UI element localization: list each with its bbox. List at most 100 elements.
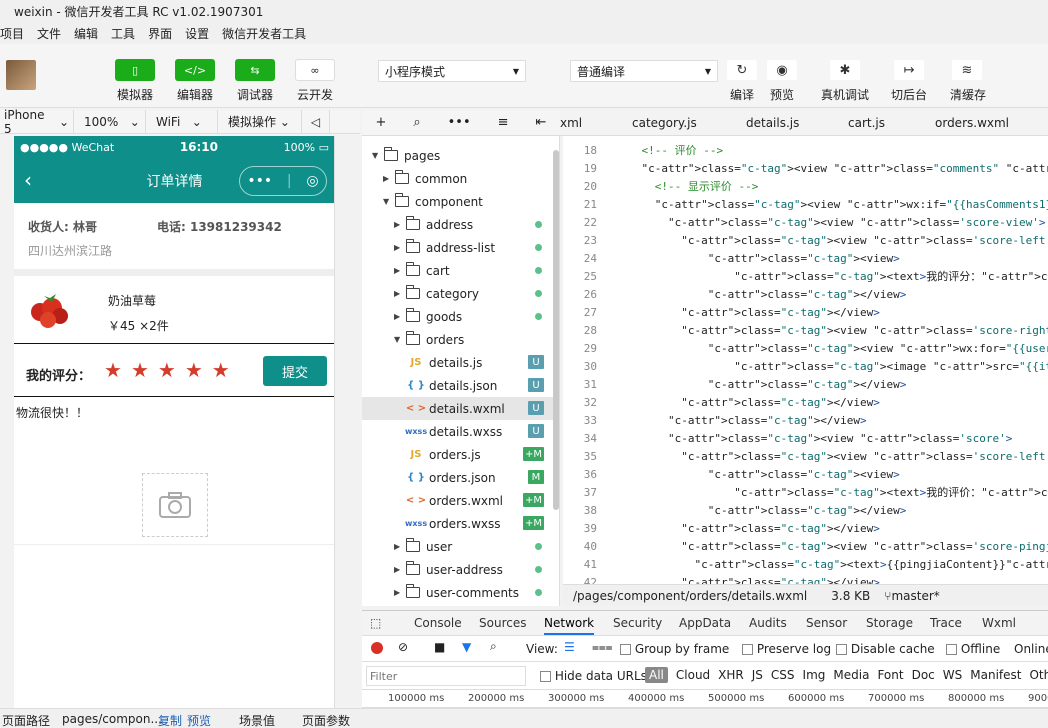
code-line[interactable]: 42 "c-attr">class="c-tag"></view> xyxy=(563,574,1048,584)
filter-css[interactable]: CSS xyxy=(771,668,795,682)
simulator-button[interactable]: ▯ xyxy=(115,59,155,81)
comment-text[interactable]: 物流很快！！ xyxy=(16,404,88,421)
git-branch[interactable]: master* xyxy=(891,589,939,603)
star-icon[interactable]: ★ xyxy=(131,360,149,380)
tree-file[interactable]: { } orders.json M xyxy=(362,466,558,489)
clear-icon[interactable]: ⊘ xyxy=(398,640,408,654)
tree-folder[interactable]: ▶ user-comments xyxy=(362,581,558,604)
code-line[interactable]: 26 "c-attr">class="c-tag"></view> xyxy=(563,286,1048,304)
compile-select[interactable]: 普通编译 ▼ xyxy=(570,60,718,82)
tab-details-js[interactable]: details.js xyxy=(746,116,799,130)
menu-project[interactable]: 项目 xyxy=(0,25,24,42)
star-icon[interactable]: ★ xyxy=(158,360,176,380)
code-line[interactable]: 23 "c-attr">class="c-tag"><view "c-attr"… xyxy=(563,232,1048,250)
caret-down-icon[interactable]: ▼ xyxy=(394,335,406,344)
collapse-icon[interactable]: ≡ xyxy=(498,115,509,130)
upload-photo-button[interactable] xyxy=(142,473,208,537)
filter-input[interactable] xyxy=(366,666,526,686)
preview-link[interactable]: 预览 xyxy=(187,712,211,728)
zoom-select[interactable]: 100% ⌄ xyxy=(74,109,146,134)
tab-appdata[interactable]: AppData xyxy=(679,616,731,630)
more-icon[interactable]: ••• xyxy=(448,115,471,130)
code-line[interactable]: 22 "c-attr">class="c-tag"><view "c-attr"… xyxy=(563,214,1048,232)
code-editor[interactable]: 18 <!-- 评价 --> 19 "c-attr">class="c-tag">… xyxy=(563,136,1048,584)
filter-img[interactable]: Img xyxy=(803,668,826,682)
device-select[interactable]: iPhone 5 ⌄ xyxy=(0,108,74,136)
code-line[interactable]: 33 "c-attr">class="c-tag"></view> xyxy=(563,412,1048,430)
tab-storage[interactable]: Storage xyxy=(866,616,913,630)
code-line[interactable]: 20 <!-- 显示评价 --> xyxy=(563,178,1048,196)
code-line[interactable]: 24 "c-attr">class="c-tag"><view> xyxy=(563,250,1048,268)
tab-network[interactable]: Network xyxy=(544,616,595,635)
search-icon[interactable]: ⌕ xyxy=(413,115,420,130)
code-line[interactable]: 35 "c-attr">class="c-tag"><view "c-attr"… xyxy=(563,448,1048,466)
code-line[interactable]: 25 "c-attr">class="c-tag"><text>我的评分："c-… xyxy=(563,268,1048,286)
simulate-select[interactable]: 模拟操作 ⌄ xyxy=(218,109,302,134)
back-arrow-icon[interactable]: ‹ xyxy=(24,168,32,192)
editor-button[interactable]: </> xyxy=(175,59,215,81)
tab-trace[interactable]: Trace xyxy=(930,616,962,630)
code-line[interactable]: 29 "c-attr">class="c-tag"><view "c-attr"… xyxy=(563,340,1048,358)
tree-file[interactable]: wxss orders.wxss +M xyxy=(362,512,558,535)
camera-icon[interactable]: ■ xyxy=(434,640,445,654)
tree-folder[interactable]: ▶ cart xyxy=(362,259,558,282)
tab-cart-js[interactable]: cart.js xyxy=(848,116,885,130)
disable-cache-checkbox[interactable]: Disable cache xyxy=(836,642,935,656)
more-icon[interactable]: ••• xyxy=(247,173,272,189)
tree-file[interactable]: JS orders.js +M xyxy=(362,443,558,466)
preview-button[interactable]: ◉ xyxy=(767,60,797,80)
caret-right-icon[interactable]: ▶ xyxy=(394,312,406,321)
avatar[interactable] xyxy=(6,60,36,90)
tree-folder[interactable]: ▶ user xyxy=(362,535,558,558)
tree-file[interactable]: JS details.js U xyxy=(362,351,558,374)
filter-manifest[interactable]: Manifest xyxy=(970,668,1021,682)
menu-file[interactable]: 文件 xyxy=(37,25,61,42)
submit-button[interactable]: 提交 xyxy=(263,356,327,386)
online-select[interactable]: Online xyxy=(1014,642,1048,656)
tree-folder[interactable]: ▼ orders xyxy=(362,328,558,351)
cloud-button[interactable]: ∞ xyxy=(295,59,335,81)
code-line[interactable]: 37 "c-attr">class="c-tag"><text>我的评价："c-… xyxy=(563,484,1048,502)
filter-all[interactable]: All xyxy=(645,667,668,683)
code-line[interactable]: 39 "c-attr">class="c-tag"></view> xyxy=(563,520,1048,538)
filter-ws[interactable]: WS xyxy=(943,668,962,682)
code-line[interactable]: 27 "c-attr">class="c-tag"></view> xyxy=(563,304,1048,322)
hide-data-urls-checkbox[interactable]: Hide data URLs xyxy=(540,669,647,683)
record-icon[interactable] xyxy=(371,642,383,654)
tab-xml[interactable]: xml xyxy=(560,116,582,130)
caret-right-icon[interactable]: ▶ xyxy=(394,220,406,229)
code-line[interactable]: 40 "c-attr">class="c-tag"><view "c-attr"… xyxy=(563,538,1048,556)
sidebar-toggle-icon[interactable]: ⇤ xyxy=(536,115,547,130)
waterfall-icon[interactable]: ⩶ xyxy=(592,640,613,655)
menu-wechat-devtools[interactable]: 微信开发者工具 xyxy=(222,25,306,42)
search-icon[interactable]: ⌕ xyxy=(490,639,497,654)
code-line[interactable]: 19 "c-attr">class="c-tag"><view "c-attr"… xyxy=(563,160,1048,178)
debugger-button[interactable]: ⇆ xyxy=(235,59,275,81)
remote-debug-button[interactable]: ✱ xyxy=(830,60,860,80)
filter-cloud[interactable]: Cloud xyxy=(676,668,710,682)
filter-font[interactable]: Font xyxy=(877,668,903,682)
tree-folder[interactable]: ▶ address-list xyxy=(362,236,558,259)
menu-tools[interactable]: 工具 xyxy=(111,25,135,42)
filter-xhr[interactable]: XHR xyxy=(718,668,744,682)
tree-folder[interactable]: ▼ component xyxy=(362,190,558,213)
caret-right-icon[interactable]: ▶ xyxy=(383,174,395,183)
offline-checkbox[interactable]: Offline xyxy=(946,642,1000,656)
menu-edit[interactable]: 编辑 xyxy=(74,25,98,42)
code-line[interactable]: 41 "c-attr">class="c-tag"><text>{{pingji… xyxy=(563,556,1048,574)
caret-right-icon[interactable]: ▶ xyxy=(394,542,406,551)
volume-button[interactable]: ◁ xyxy=(302,109,330,134)
clear-cache-button[interactable]: ≋ xyxy=(952,60,982,80)
tree-folder[interactable]: ▼ pages xyxy=(362,144,558,167)
tree-folder[interactable]: ▶ user-address xyxy=(362,558,558,581)
compile-button[interactable]: ↻ xyxy=(727,60,757,80)
code-line[interactable]: 36 "c-attr">class="c-tag"><view> xyxy=(563,466,1048,484)
code-line[interactable]: 28 "c-attr">class="c-tag"><view "c-attr"… xyxy=(563,322,1048,340)
tree-folder[interactable]: ▶ category xyxy=(362,282,558,305)
star-icon[interactable]: ★ xyxy=(185,360,203,380)
filter-othe[interactable]: Othe xyxy=(1029,668,1048,682)
caret-right-icon[interactable]: ▶ xyxy=(394,266,406,275)
star-icon[interactable]: ★ xyxy=(104,360,122,380)
filter-icon[interactable]: ▼ xyxy=(462,640,471,654)
network-select[interactable]: WiFi ⌄ xyxy=(146,109,218,134)
